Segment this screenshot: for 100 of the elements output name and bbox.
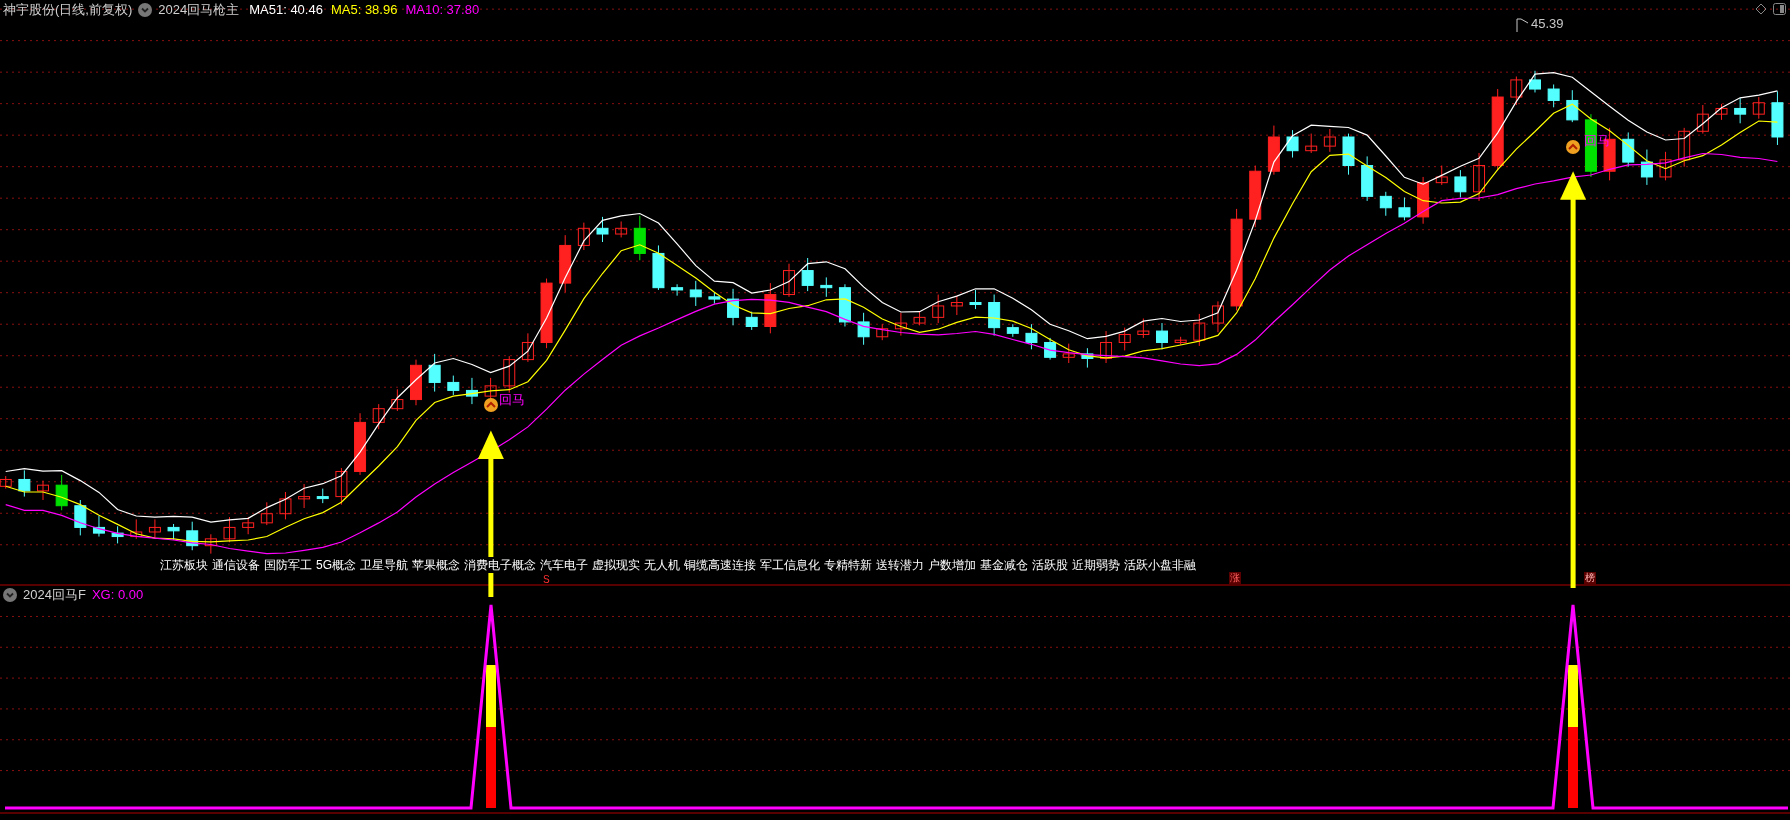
chevron-up-icon [1566, 140, 1580, 154]
candlestick [1417, 176, 1430, 225]
candlestick [0, 475, 12, 490]
candlestick [1379, 191, 1392, 217]
candlestick [167, 523, 180, 541]
candlestick [1640, 149, 1653, 186]
panel-toggle-icon[interactable] [1773, 3, 1786, 15]
candlestick [148, 518, 161, 539]
candlestick [988, 294, 1001, 337]
concept-tag: 基金减仓 [980, 557, 1028, 573]
candlestick [1305, 133, 1318, 154]
candlestick [727, 288, 740, 326]
candlestick [671, 283, 684, 297]
candlestick [465, 377, 478, 405]
concept-tag: 江苏板块 [160, 557, 208, 573]
candlestick [316, 488, 329, 504]
candlestick [354, 412, 367, 476]
candlestick [1100, 330, 1113, 364]
candlestick [298, 483, 311, 509]
indicator-name: 2024回马F [23, 586, 86, 604]
concept-tag: 送转潜力 [876, 557, 924, 573]
candlestick [428, 353, 441, 393]
candlestick [745, 311, 758, 331]
candlestick [1584, 113, 1597, 178]
candlestick [913, 311, 926, 326]
ma-reading: MA51: 40.46 [249, 1, 323, 19]
candlestick [1734, 97, 1747, 124]
candlestick [820, 276, 833, 298]
concept-tag: 户数增加 [928, 557, 976, 573]
candlestick [242, 516, 255, 535]
signal-marker: S [543, 574, 550, 585]
candlestick [223, 516, 236, 543]
candlestick [950, 295, 963, 316]
candlestick [1659, 151, 1672, 181]
candlestick [1025, 323, 1038, 350]
candlestick [1211, 300, 1224, 333]
candlestick [764, 282, 777, 334]
concept-tag: 活跃小盘非融 [1124, 557, 1196, 573]
concept-tag: 虚拟现实 [592, 557, 640, 573]
candlestick [894, 312, 907, 337]
candlestick [55, 474, 68, 511]
indicator-name: 2024回马枪主 [158, 1, 240, 19]
high-marker-icon [1516, 18, 1529, 33]
concept-tag: 专精特新 [824, 557, 872, 573]
dropdown-icon[interactable] [138, 3, 153, 17]
candlestick [969, 289, 982, 310]
candlestick [1547, 84, 1560, 108]
candlestick [447, 375, 460, 396]
candlestick [1622, 131, 1635, 168]
candlestick [708, 291, 721, 305]
candlestick [633, 215, 646, 261]
candlestick [1752, 96, 1765, 120]
signal-label: 回马 [1584, 132, 1610, 150]
candlestick [876, 323, 889, 341]
candlestick [783, 263, 795, 298]
candlestick [1398, 197, 1411, 221]
candlestick [1249, 165, 1262, 228]
candlestick [18, 469, 31, 498]
concept-tag: 汽车电子 [540, 557, 588, 573]
candlestick [1156, 322, 1168, 350]
candlestick [130, 518, 143, 540]
candlestick [503, 355, 516, 394]
concept-tag: 消费电子概念 [464, 557, 536, 573]
candlestick [1473, 152, 1486, 202]
candlestick [1715, 103, 1728, 121]
concept-tag: 活跃股 [1032, 557, 1068, 573]
signal-marker: 榜 [1584, 572, 1596, 584]
candlestick [689, 280, 702, 307]
candlestick [1323, 128, 1336, 153]
concept-tag: 5G概念 [316, 557, 356, 573]
candlestick [1435, 165, 1448, 186]
concept-tag: 国防军工 [264, 557, 312, 573]
stock-title: 神宇股份(日线,前复权) [3, 1, 133, 19]
candlestick [857, 312, 870, 346]
candlestick [335, 467, 348, 506]
concept-tag: 无人机 [644, 557, 680, 573]
candlestick [577, 222, 590, 251]
candlestick [260, 501, 273, 526]
candlestick [1044, 337, 1057, 361]
concept-tag: 近期弱势 [1072, 557, 1120, 573]
candlestick [1771, 90, 1784, 146]
ma-reading: MA5: 38.96 [330, 1, 398, 19]
candlestick [391, 388, 404, 412]
concept-tag: 军工信息化 [760, 557, 820, 573]
candlestick [1342, 133, 1355, 176]
candlestick [410, 359, 422, 406]
diamond-icon[interactable] [1755, 3, 1767, 15]
dropdown-icon[interactable] [3, 588, 17, 602]
candlestick [559, 234, 572, 293]
candlestick [1361, 155, 1374, 202]
candlestick [1454, 169, 1467, 198]
candlestick [37, 480, 49, 501]
candlestick [74, 499, 87, 536]
candlestick [92, 515, 105, 538]
candlestick [838, 283, 851, 327]
candlestick [1062, 343, 1075, 364]
candlestick [1081, 347, 1094, 369]
candlestick [111, 525, 124, 544]
candlestick [1529, 70, 1541, 93]
candlestick [1118, 327, 1131, 351]
